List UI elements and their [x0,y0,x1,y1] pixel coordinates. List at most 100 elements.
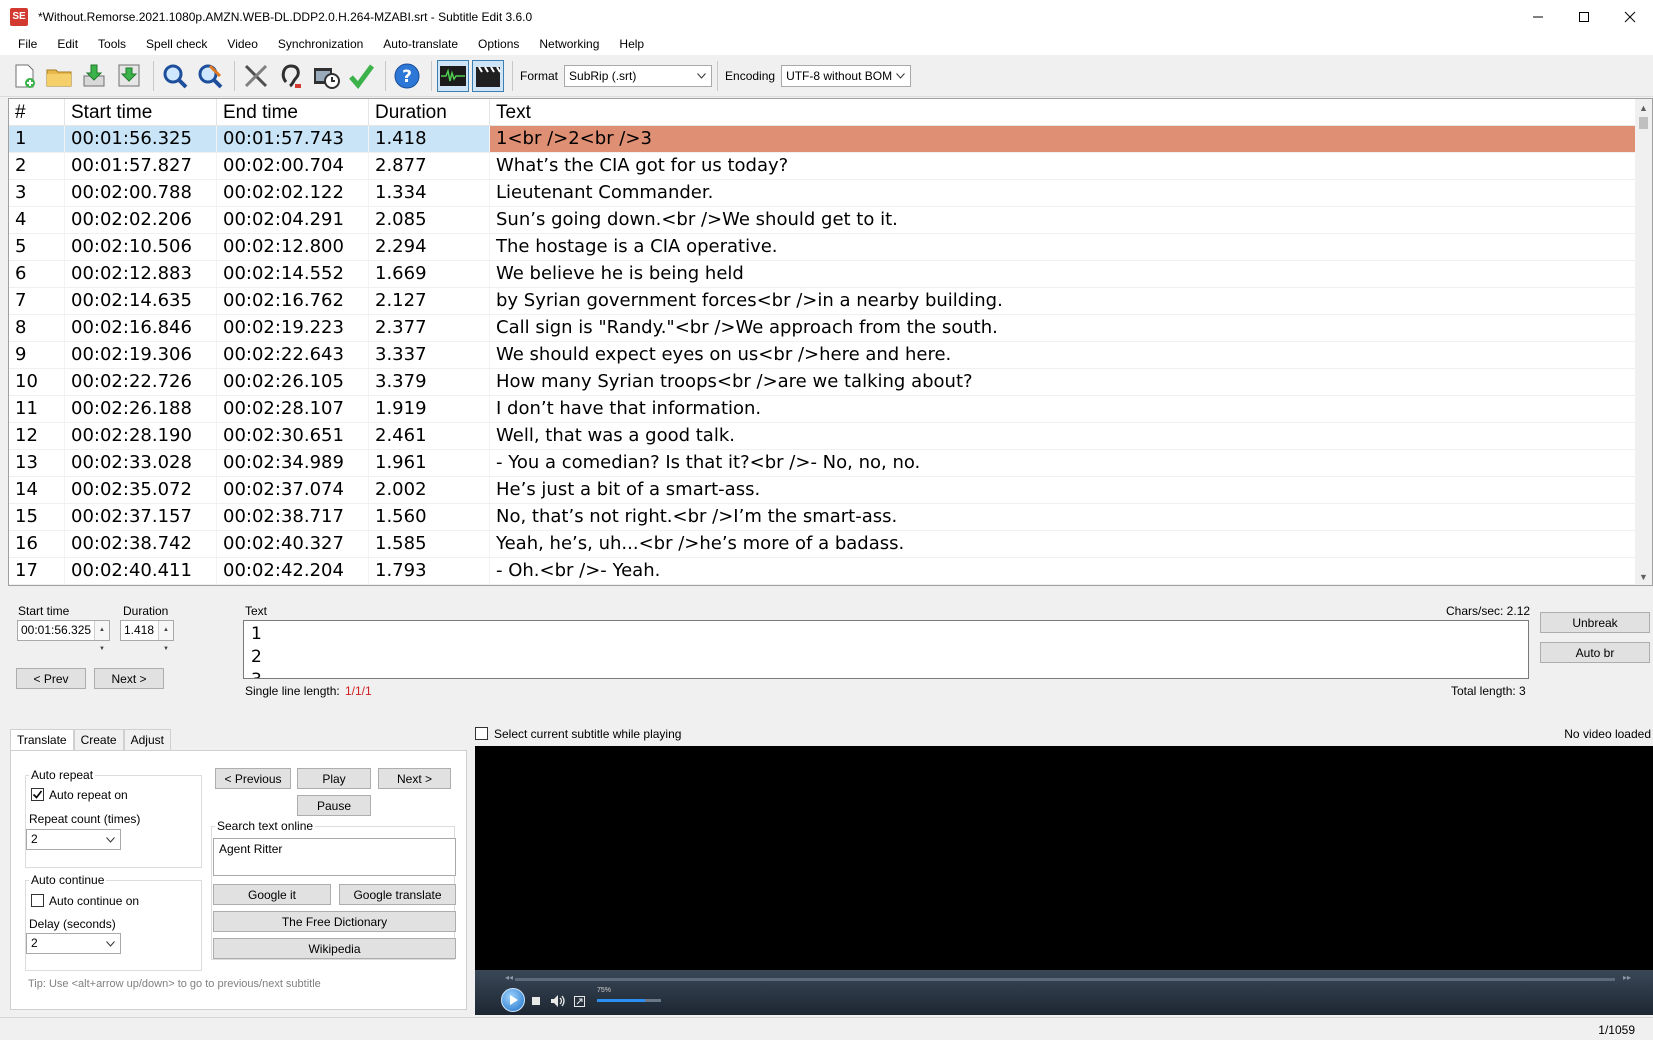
volume-icon[interactable] [550,994,566,1008]
seek-forward-icon[interactable]: ▸▸ [1623,973,1631,982]
table-row[interactable]: 17 00:02:40.411 00:02:42.204 1.793 - Oh.<br … [9,558,1652,585]
scroll-down-icon[interactable]: ▼ [1635,568,1652,585]
start-time-stepper[interactable]: 00:01:56.325 ▲ ▼ [17,620,110,652]
column-header-text[interactable]: Text [490,99,1652,125]
select-current-subtitle-checkbox[interactable] [475,727,488,740]
table-row[interactable]: 6 00:02:12.883 00:02:14.552 1.669 We believe… [9,261,1652,288]
toggle-video-button[interactable] [472,59,504,92]
table-row[interactable]: 13 00:02:33.028 00:02:34.989 1.961 - You a c… [9,450,1652,477]
tab-create[interactable]: Create [73,729,124,751]
column-header-number[interactable]: # [9,99,65,125]
video-seek-track[interactable] [515,978,1615,981]
table-row[interactable]: 1 00:01:56.325 00:01:57.743 1.418 1<br />2<b… [9,126,1652,153]
format-label: Format [520,68,559,83]
table-row[interactable]: 14 00:02:35.072 00:02:37.074 2.002 He’s just… [9,477,1652,504]
seek-back-icon[interactable]: ◂◂ [505,973,513,982]
find-button[interactable] [159,60,191,92]
tab-translate[interactable]: Translate [10,729,74,752]
table-row[interactable]: 4 00:02:02.206 00:02:04.291 2.085 Sun’s goin… [9,207,1652,234]
wikipedia-button[interactable]: Wikipedia [213,938,456,959]
unbreak-button[interactable]: Unbreak [1540,612,1650,633]
next-button[interactable]: Next > [94,668,164,689]
menu-options[interactable]: Options [468,33,529,55]
visual-sync-button[interactable] [310,60,342,92]
table-row[interactable]: 11 00:02:26.188 00:02:28.107 1.919 I don’t h… [9,396,1652,423]
menu-tools[interactable]: Tools [88,33,136,55]
fix-common-errors-button[interactable] [240,60,272,92]
spell-check-button[interactable] [345,60,377,92]
stepper-arrows-icon[interactable]: ▲ ▼ [158,621,173,652]
open-folder-button[interactable] [43,60,75,92]
table-row[interactable]: 7 00:02:14.635 00:02:16.762 2.127 by Syrian … [9,288,1652,315]
prev-button[interactable]: < Prev [16,668,86,689]
save-as-button[interactable] [113,60,145,92]
table-row[interactable]: 3 00:02:00.788 00:02:02.122 1.334 Lieutenant… [9,180,1652,207]
start-time-cell: 00:02:00.788 [65,180,217,206]
auto-repeat-checkbox[interactable] [31,788,44,801]
minimize-button[interactable] [1515,0,1561,33]
column-header-end-time[interactable]: End time [217,99,369,125]
google-translate-button[interactable]: Google translate [339,884,456,905]
column-header-start-time[interactable]: Start time [65,99,217,125]
table-row[interactable]: 15 00:02:37.157 00:02:38.717 1.560 No, that’… [9,504,1652,531]
duration-stepper[interactable]: 1.418 ▲ ▼ [120,620,174,652]
subtitle-list[interactable]: # Start time End time Duration Text 1 00:… [8,98,1653,586]
volume-percent: 75% [597,987,612,994]
table-row[interactable]: 2 00:01:57.827 00:02:00.704 2.877 What’s the… [9,153,1652,180]
menu-help[interactable]: Help [609,33,654,55]
app-logo-icon: SE [10,7,28,26]
subtitle-position: 1/1059 [1598,1023,1635,1037]
next-subtitle-button[interactable]: Next > [378,768,451,789]
menu-auto-translate[interactable]: Auto-translate [373,33,468,55]
menu-spell-check[interactable]: Spell check [136,33,217,55]
scroll-up-icon[interactable]: ▲ [1635,99,1652,116]
play-button[interactable]: Play [297,768,371,789]
table-row[interactable]: 12 00:02:28.190 00:02:30.651 2.461 Well, tha… [9,423,1652,450]
delay-select[interactable]: 2 [26,933,121,954]
column-header-duration[interactable]: Duration [369,99,490,125]
help-ear-button[interactable] [275,60,307,92]
stop-icon[interactable] [531,996,541,1006]
search-text-input[interactable]: Agent Ritter [213,838,456,876]
pause-button[interactable]: Pause [297,795,371,816]
format-select[interactable]: SubRip (.srt) [564,64,713,87]
replace-button[interactable] [194,60,226,92]
table-row[interactable]: 10 00:02:22.726 00:02:26.105 3.379 How many … [9,369,1652,396]
new-file-button[interactable] [8,60,40,92]
close-button[interactable] [1607,0,1653,33]
subtitle-list-scrollbar[interactable]: ▲ ▼ [1635,99,1652,585]
duration-cell: 2.127 [369,288,490,314]
auto-continue-checkbox[interactable] [31,894,44,907]
start-time-cell: 00:02:28.190 [65,423,217,449]
menu-edit[interactable]: Edit [47,33,88,55]
encoding-select[interactable]: UTF-8 without BOM [781,64,912,87]
subtitle-text-editor[interactable]: 1 2 3 [243,620,1529,679]
menu-video[interactable]: Video [217,33,267,55]
menu-file[interactable]: File [8,33,47,55]
maximize-button[interactable] [1561,0,1607,33]
tab-adjust[interactable]: Adjust [123,729,171,751]
fullscreen-icon[interactable] [574,996,585,1007]
google-it-button[interactable]: Google it [213,884,331,905]
previous-subtitle-button[interactable]: < Previous [215,768,291,789]
auto-br-button[interactable]: Auto br [1540,642,1650,663]
scrollbar-thumb[interactable] [1639,117,1648,129]
video-player[interactable] [475,746,1653,970]
menu-synchronization[interactable]: Synchronization [268,33,373,55]
save-button[interactable] [78,60,110,92]
table-row[interactable]: 16 00:02:38.742 00:02:40.327 1.585 Yeah, he’… [9,531,1652,558]
volume-slider[interactable] [597,999,661,1002]
table-row[interactable]: 8 00:02:16.846 00:02:19.223 2.377 Call sign … [9,315,1652,342]
repeat-count-select[interactable]: 2 [26,829,121,850]
tip-text: Tip: Use <alt+arrow up/down> to go to pr… [28,978,321,990]
text-cell: We believe he is being held [496,263,744,284]
menu-networking[interactable]: Networking [529,33,609,55]
video-play-button[interactable] [501,988,525,1012]
end-time-cell: 00:02:16.762 [217,288,369,314]
table-row[interactable]: 5 00:02:10.506 00:02:12.800 2.294 The hostag… [9,234,1652,261]
table-row[interactable]: 9 00:02:19.306 00:02:22.643 3.337 We should … [9,342,1652,369]
stepper-arrows-icon[interactable]: ▲ ▼ [94,621,109,652]
free-dictionary-button[interactable]: The Free Dictionary [213,911,456,932]
help-button[interactable]: ? [391,60,423,92]
toggle-waveform-button[interactable] [437,59,469,92]
